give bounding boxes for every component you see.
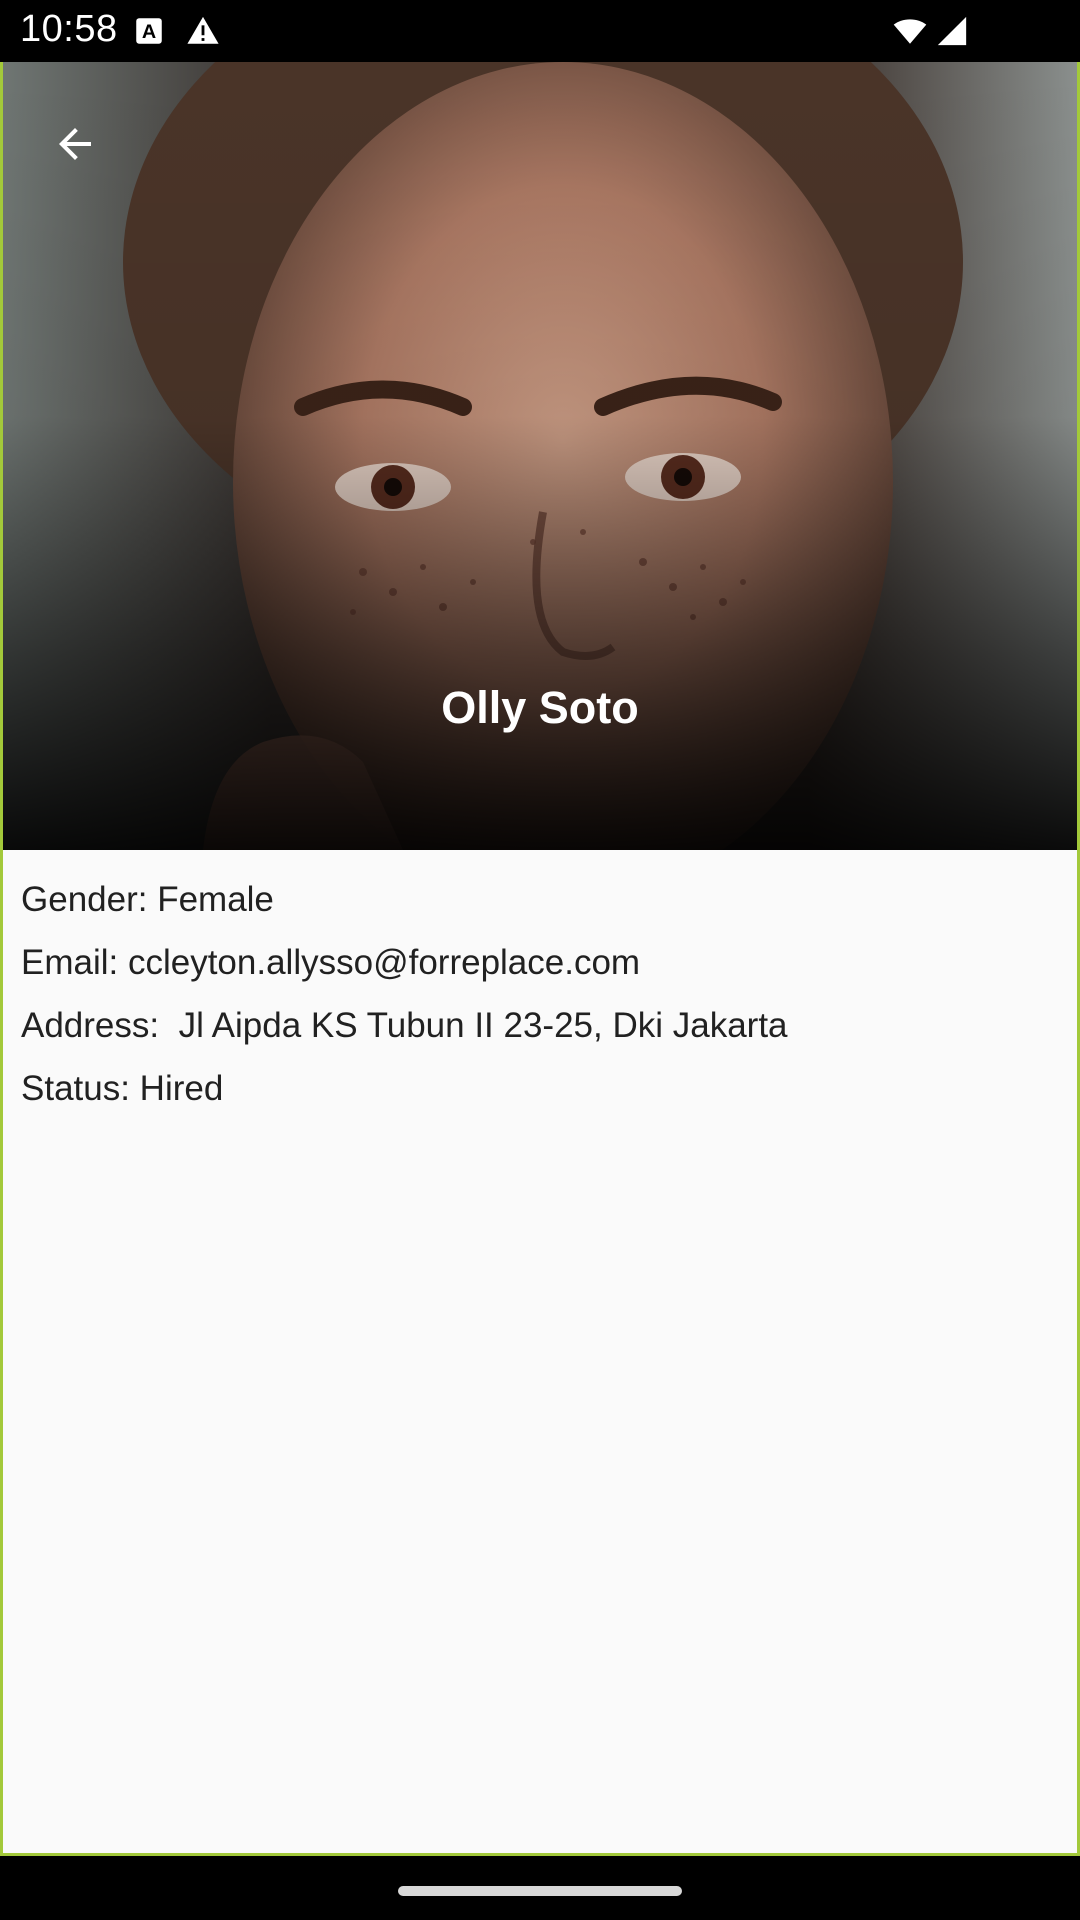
cell-signal-icon bbox=[934, 14, 970, 48]
status-time: 10:58 bbox=[20, 8, 118, 50]
wifi-icon bbox=[890, 14, 930, 48]
profile-header-image: Olly Soto bbox=[3, 62, 1077, 850]
back-button[interactable] bbox=[39, 108, 111, 180]
warning-icon bbox=[186, 14, 220, 48]
status-bar: 10:58 A bbox=[0, 0, 1080, 62]
app-frame: Olly Soto Gender: Female Email: ccleyton… bbox=[0, 62, 1080, 1856]
navigation-bar bbox=[0, 1856, 1080, 1920]
status-text: Status: Hired bbox=[21, 1069, 224, 1108]
gender-text: Gender: Female bbox=[21, 880, 274, 919]
email-text: Email: ccleyton.allysso@forreplace.com bbox=[21, 943, 641, 982]
profile-details: Gender: Female Email: ccleyton.allysso@f… bbox=[21, 868, 1059, 1120]
screen: 10:58 A Olly Soto Gender: Female Email: … bbox=[0, 0, 1080, 1920]
arrow-back-icon bbox=[59, 128, 91, 160]
profile-name: Olly Soto bbox=[441, 682, 639, 733]
svg-text:A: A bbox=[142, 21, 156, 43]
home-gesture-handle[interactable] bbox=[398, 1886, 682, 1896]
keyboard-a-icon: A bbox=[132, 14, 166, 48]
address-text: Address: Jl Aipda KS Tubun II 23-25, Dki… bbox=[21, 1006, 788, 1045]
